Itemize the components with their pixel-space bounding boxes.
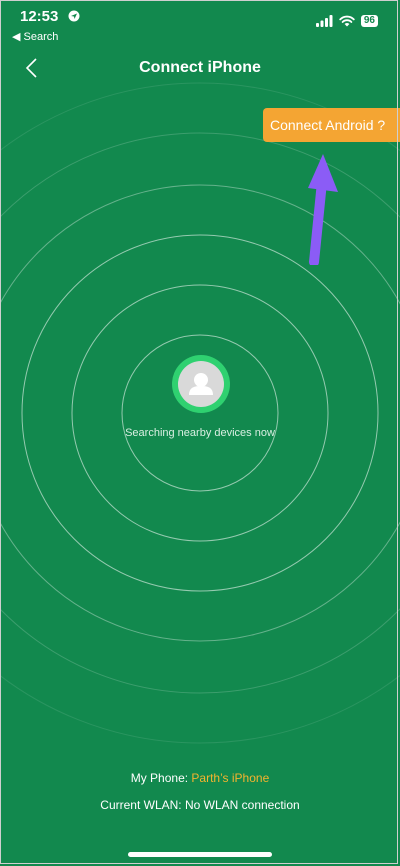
wifi-icon bbox=[339, 15, 355, 27]
wlan-info: Current WLAN: No WLAN connection bbox=[0, 798, 400, 812]
connect-android-button[interactable]: Connect Android ? bbox=[263, 108, 400, 142]
avatar-icon bbox=[189, 373, 213, 395]
status-indicators: 96 bbox=[315, 14, 378, 28]
searching-status: Searching nearby devices now bbox=[125, 427, 275, 439]
wlan-value: No WLAN connection bbox=[184, 798, 300, 812]
status-time: 12:53 bbox=[20, 8, 59, 25]
signal-icon bbox=[315, 15, 333, 27]
my-phone-info: My Phone: Parth’s iPhone bbox=[0, 771, 400, 785]
arrow-icon bbox=[308, 154, 338, 265]
wlan-label: Current WLAN: bbox=[100, 798, 185, 812]
avatar bbox=[172, 355, 230, 413]
page-title: Connect iPhone bbox=[139, 59, 261, 76]
location-icon bbox=[68, 10, 80, 22]
home-indicator bbox=[128, 852, 272, 857]
my-phone-label: My Phone: bbox=[130, 771, 192, 785]
back-to-app-link[interactable]: ◀ Search bbox=[12, 30, 58, 43]
my-phone-name: Parth’s iPhone bbox=[191, 771, 270, 785]
battery-icon: 96 bbox=[360, 15, 378, 27]
